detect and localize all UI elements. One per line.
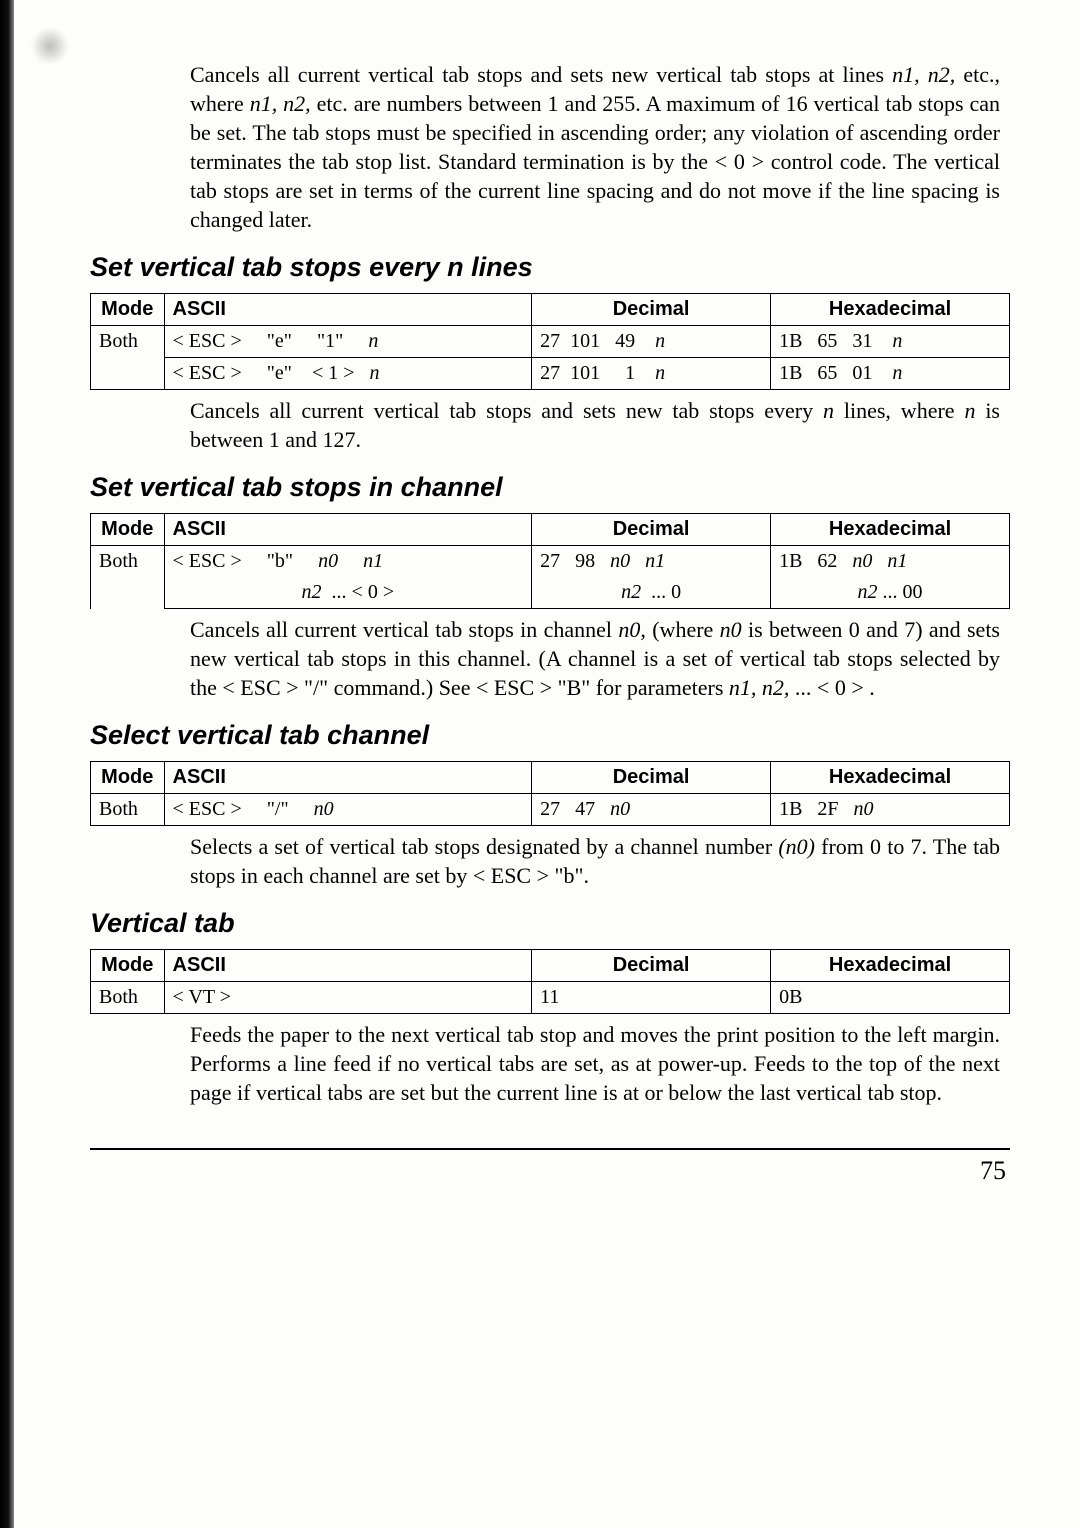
heading-set-every-n: Set vertical tab stops every n lines xyxy=(90,252,1010,283)
th-mode: Mode xyxy=(91,762,165,794)
cell-decimal: 27 101 49 n xyxy=(532,326,771,358)
cell-decimal: 11 xyxy=(532,982,771,1014)
table-vt: Mode ASCII Decimal Hexadecimal Both < VT… xyxy=(90,949,1010,1014)
cell-ascii: < VT > xyxy=(164,982,532,1014)
cell-mode: Both xyxy=(91,794,165,826)
th-mode: Mode xyxy=(91,514,165,546)
th-hex: Hexadecimal xyxy=(771,514,1010,546)
cell-hex: 1B 2F n0 xyxy=(771,794,1010,826)
heading-channel: Set vertical tab stops in channel xyxy=(90,472,1010,503)
th-mode: Mode xyxy=(91,294,165,326)
heading-vt: Vertical tab xyxy=(90,908,1010,939)
cell-decimal-cont: n2 ... 0 xyxy=(532,577,771,609)
cell-hex: 0B xyxy=(771,982,1010,1014)
th-ascii: ASCII xyxy=(164,762,532,794)
binding-edge xyxy=(0,0,14,1528)
heading-select-channel: Select vertical tab channel xyxy=(90,720,1010,751)
page: Cancels all current vertical tab stops a… xyxy=(0,0,1080,1528)
cell-hex-cont: n2 ... 00 xyxy=(771,577,1010,609)
th-decimal: Decimal xyxy=(532,950,771,982)
cell-ascii-cont: n2 ... < 0 > xyxy=(164,577,532,609)
th-hex: Hexadecimal xyxy=(771,950,1010,982)
para-every-n: Cancels all current vertical tab stops a… xyxy=(190,396,1000,454)
para-select-channel: Selects a set of vertical tab stops desi… xyxy=(190,832,1000,890)
th-ascii: ASCII xyxy=(164,950,532,982)
th-mode: Mode xyxy=(91,950,165,982)
th-decimal: Decimal xyxy=(532,514,771,546)
th-hex: Hexadecimal xyxy=(771,294,1010,326)
th-hex: Hexadecimal xyxy=(771,762,1010,794)
cell-ascii: < ESC > "e" < 1 > n xyxy=(164,358,532,390)
th-ascii: ASCII xyxy=(164,294,532,326)
footer-rule xyxy=(90,1148,1010,1150)
cell-mode: Both xyxy=(91,326,165,390)
cell-mode: Both xyxy=(91,982,165,1014)
cell-hex: 1B 65 31 n xyxy=(771,326,1010,358)
cell-mode: Both xyxy=(91,546,165,609)
scan-smudge xyxy=(30,28,70,64)
cell-hex: 1B 62 n0 n1 xyxy=(771,546,1010,578)
cell-ascii: < ESC > "/" n0 xyxy=(164,794,532,826)
cell-hex: 1B 65 01 n xyxy=(771,358,1010,390)
table-channel: Mode ASCII Decimal Hexadecimal Both < ES… xyxy=(90,513,1010,609)
cell-ascii: < ESC > "e" "1" n xyxy=(164,326,532,358)
th-ascii: ASCII xyxy=(164,514,532,546)
th-decimal: Decimal xyxy=(532,294,771,326)
th-decimal: Decimal xyxy=(532,762,771,794)
intro-paragraph: Cancels all current vertical tab stops a… xyxy=(190,60,1000,234)
cell-decimal: 27 101 1 n xyxy=(532,358,771,390)
cell-ascii: < ESC > "b" n0 n1 xyxy=(164,546,532,578)
table-select-channel: Mode ASCII Decimal Hexadecimal Both < ES… xyxy=(90,761,1010,826)
para-vt: Feeds the paper to the next vertical tab… xyxy=(190,1020,1000,1107)
table-set-every-n: Mode ASCII Decimal Hexadecimal Both < ES… xyxy=(90,293,1010,390)
page-number: 75 xyxy=(90,1156,1010,1186)
para-channel: Cancels all current vertical tab stops i… xyxy=(190,615,1000,702)
cell-decimal: 27 98 n0 n1 xyxy=(532,546,771,578)
cell-decimal: 27 47 n0 xyxy=(532,794,771,826)
